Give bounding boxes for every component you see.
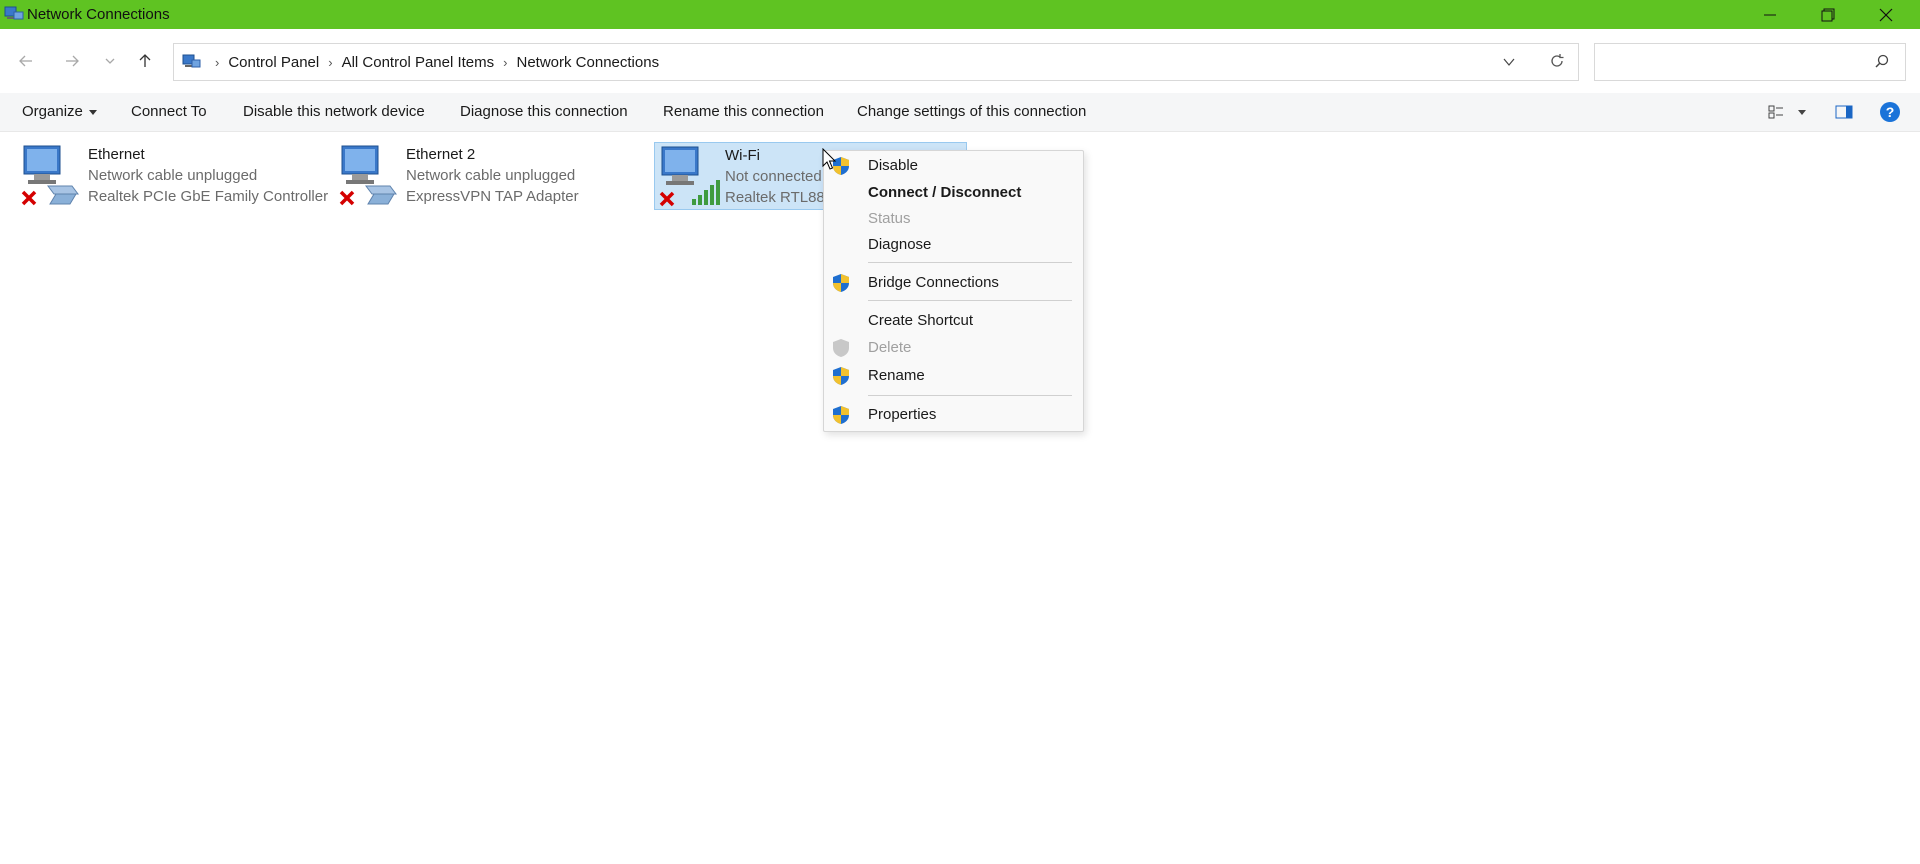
refresh-button[interactable] — [1545, 49, 1569, 73]
connect-to-button[interactable]: Connect To — [131, 103, 207, 120]
arrow-left-icon — [19, 55, 32, 67]
view-options-button[interactable] — [1764, 101, 1788, 123]
caret-down-icon — [1798, 110, 1806, 115]
chevron-right-icon: › — [328, 54, 333, 70]
menu-item-disable[interactable]: Disable — [868, 157, 918, 174]
menu-item-diagnose[interactable]: Diagnose — [868, 236, 931, 253]
address-history-button[interactable] — [1497, 51, 1521, 73]
breadcrumb-item-all-items[interactable]: All Control Panel Items — [342, 54, 495, 71]
breadcrumb-item-network-connections[interactable]: Network Connections — [517, 54, 660, 71]
menu-separator — [868, 262, 1072, 263]
forward-button[interactable] — [59, 48, 85, 74]
help-button[interactable]: ? — [1878, 101, 1902, 123]
disable-device-button[interactable]: Disable this network device — [243, 103, 425, 120]
close-icon — [1879, 8, 1893, 21]
minimize-button[interactable] — [1741, 0, 1799, 29]
diagnose-connection-button[interactable]: Diagnose this connection — [460, 103, 628, 120]
menu-separator — [868, 300, 1072, 301]
connection-status: Network cable unplugged — [406, 167, 576, 184]
menu-item-delete: Delete — [868, 339, 912, 356]
close-button[interactable] — [1857, 0, 1915, 29]
connection-status: Network cable unplugged — [88, 167, 258, 184]
window-title: Network Connections — [27, 6, 170, 23]
preview-pane-icon — [1835, 105, 1853, 119]
breadcrumb-item-control-panel[interactable]: Control Panel — [228, 54, 319, 71]
ethernet-adapter-icon — [339, 145, 397, 206]
search-input[interactable] — [1594, 43, 1906, 81]
connection-device: Realtek RTL882 — [725, 189, 834, 206]
title-bar: Network Connections — [0, 0, 1920, 29]
chevron-right-icon: › — [503, 54, 508, 70]
restore-icon — [1821, 8, 1835, 21]
menu-item-create-shortcut[interactable]: Create Shortcut — [868, 312, 973, 329]
chevron-down-icon — [1503, 58, 1515, 66]
recent-locations-button[interactable] — [97, 48, 123, 74]
menu-item-bridge-connections[interactable]: Bridge Connections — [868, 274, 999, 291]
arrow-up-icon — [139, 54, 151, 67]
view-dropdown-button[interactable] — [1790, 101, 1814, 123]
connection-item-ethernet-2[interactable]: Ethernet 2 Network cable unplugged Expre… — [338, 142, 638, 210]
connection-name: Ethernet — [88, 146, 145, 163]
chevron-down-icon — [105, 58, 115, 64]
breadcrumb: › Control Panel › All Control Panel Item… — [182, 51, 659, 73]
connection-name: Wi-Fi — [725, 147, 760, 164]
restore-button[interactable] — [1799, 0, 1857, 29]
menu-separator — [868, 395, 1072, 396]
connection-name: Ethernet 2 — [406, 146, 476, 163]
mouse-cursor-icon — [822, 148, 837, 170]
up-button[interactable] — [132, 48, 158, 74]
help-icon: ? — [1880, 102, 1900, 122]
connection-device: ExpressVPN TAP Adapter — [406, 188, 579, 205]
menu-item-rename[interactable]: Rename — [868, 367, 925, 384]
network-connections-icon — [4, 6, 24, 20]
back-button[interactable] — [13, 48, 39, 74]
caret-down-icon — [88, 109, 97, 115]
menu-item-properties[interactable]: Properties — [868, 406, 936, 423]
search-icon[interactable] — [1872, 52, 1892, 72]
chevron-right-icon: › — [215, 54, 220, 70]
refresh-icon — [1551, 54, 1564, 67]
rename-connection-button[interactable]: Rename this connection — [663, 103, 824, 120]
view-icon — [1768, 105, 1783, 119]
connection-item-ethernet[interactable]: Ethernet Network cable unplugged Realtek… — [20, 142, 330, 210]
uac-shield-disabled-icon — [833, 339, 849, 357]
uac-shield-icon — [833, 406, 849, 424]
connection-device: Realtek PCIe GbE Family Controller — [88, 188, 329, 205]
arrow-right-icon — [66, 55, 79, 67]
change-settings-button[interactable]: Change settings of this connection — [857, 103, 1086, 120]
wifi-adapter-icon — [659, 146, 720, 207]
uac-shield-icon — [833, 274, 849, 292]
organize-menu[interactable]: Organize — [22, 103, 97, 120]
uac-shield-icon — [833, 367, 849, 385]
ethernet-adapter-icon — [21, 145, 79, 206]
menu-item-status: Status — [868, 210, 911, 227]
control-panel-icon — [182, 54, 201, 68]
svg-text:?: ? — [1886, 104, 1895, 120]
connection-status: Not connected — [725, 168, 822, 185]
minimize-icon — [1764, 14, 1776, 15]
organize-label: Organize — [22, 103, 83, 120]
menu-item-connect-disconnect[interactable]: Connect / Disconnect — [868, 184, 1021, 201]
preview-pane-button[interactable] — [1832, 101, 1856, 123]
